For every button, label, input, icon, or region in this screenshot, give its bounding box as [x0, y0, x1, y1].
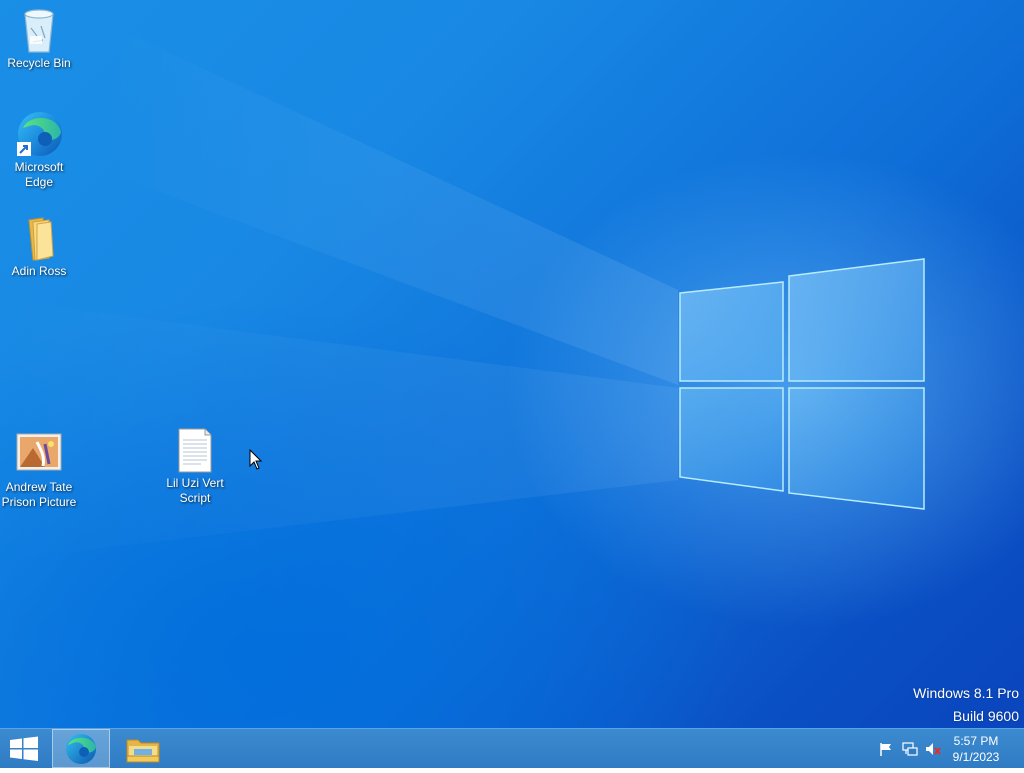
- taskbar: 5:57 PM 9/1/2023: [0, 728, 1024, 768]
- watermark-edition: Windows 8.1 Pro: [913, 685, 1019, 701]
- desktop-icon-recycle-bin[interactable]: Recycle Bin: [0, 6, 78, 71]
- action-center-flag-icon[interactable]: [878, 741, 894, 757]
- desktop-icon-label: Andrew Tate Prison Picture: [1, 480, 77, 509]
- edge-icon: [66, 734, 96, 764]
- desktop-icon-label: Adin Ross: [11, 264, 67, 278]
- desktop-icon-lil-uzi-vert-script[interactable]: Lil Uzi Vert Script: [156, 426, 234, 506]
- file-explorer-icon: [126, 739, 160, 763]
- taskbar-edge-button[interactable]: [52, 729, 110, 768]
- clock-time: 5:57 PM: [953, 734, 999, 748]
- clock-date: 9/1/2023: [952, 750, 1000, 764]
- desktop-icon-label: Lil Uzi Vert Script: [166, 476, 224, 505]
- taskbar-file-explorer-button[interactable]: [114, 729, 172, 768]
- start-button[interactable]: [0, 729, 48, 768]
- system-tray: 5:57 PM 9/1/2023: [864, 729, 1024, 768]
- volume-muted-icon[interactable]: [925, 741, 941, 757]
- text-file-icon: [171, 426, 219, 474]
- mouse-cursor-icon: [249, 449, 263, 470]
- desktop-icon-andrew-tate-prison-picture[interactable]: Andrew Tate Prison Picture: [0, 430, 78, 510]
- recycle-bin-icon: [15, 6, 63, 54]
- desktop[interactable]: Recycle Bin Microsoft Edge Adin Ross And…: [0, 0, 1024, 728]
- network-icon[interactable]: [902, 741, 918, 757]
- desktop-icon-label: Microsoft Edge: [14, 160, 64, 189]
- clock[interactable]: 5:57 PM 9/1/2023: [940, 733, 1012, 765]
- folder-icon: [15, 214, 63, 262]
- desktop-icon-label: Recycle Bin: [7, 56, 71, 70]
- edge-icon: [15, 110, 63, 158]
- desktop-icon-microsoft-edge[interactable]: Microsoft Edge: [0, 110, 78, 190]
- image-file-icon: [15, 430, 63, 478]
- windows-logo-icon: [10, 736, 38, 761]
- desktop-icon-adin-ross-folder[interactable]: Adin Ross: [0, 214, 78, 279]
- watermark-build: Build 9600: [952, 708, 1019, 724]
- windows-version-watermark: Windows 8.1 Pro Build 9600: [913, 682, 1019, 728]
- wallpaper: [0, 30, 925, 560]
